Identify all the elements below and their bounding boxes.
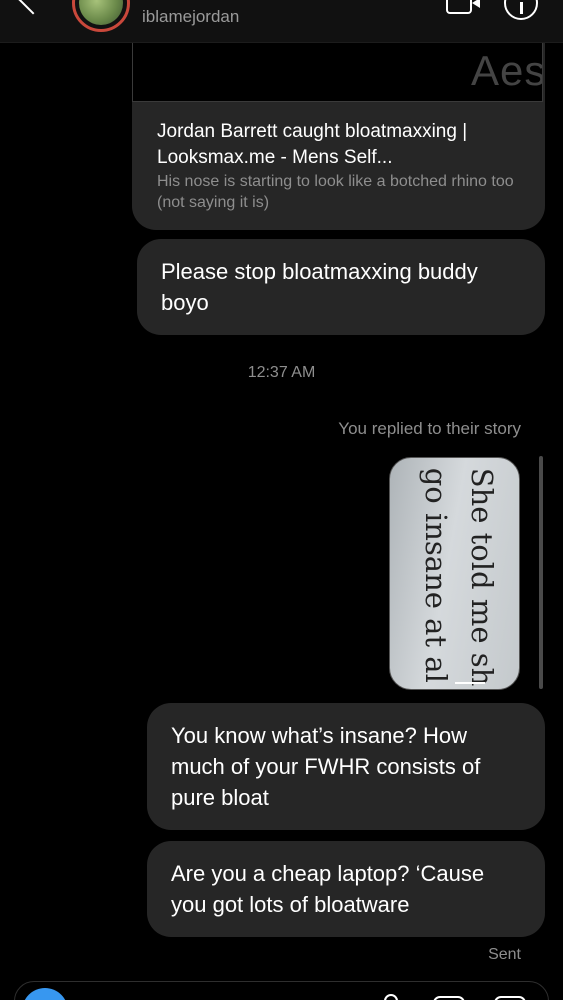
link-description: His nose is starting to look like a botc… — [157, 173, 514, 211]
story-image-line: go insane at al — [419, 467, 453, 683]
story-progress-bar — [455, 682, 485, 684]
video-call-icon[interactable] — [446, 0, 480, 14]
link-preview-image-text: Aes — [471, 47, 543, 94]
message-composer[interactable] — [14, 981, 549, 1000]
link-preview-image: Aes — [132, 43, 543, 102]
chat-header: iblamejordan — [0, 0, 563, 43]
gallery-icon[interactable] — [433, 996, 465, 1000]
sent-status: Sent — [488, 946, 521, 963]
story-reply-label: You replied to their story — [338, 419, 521, 438]
link-title: Jordan Barrett caught bloatmaxxing | Loo… — [157, 121, 468, 168]
avatar-image — [79, 0, 123, 25]
timestamp: 12:37 AM — [247, 364, 316, 381]
sticker-icon[interactable] — [494, 996, 526, 1000]
username[interactable]: iblamejordan — [142, 7, 239, 27]
story-image-line: She told me sh — [465, 467, 499, 687]
avatar[interactable] — [72, 0, 130, 32]
back-icon[interactable] — [17, 0, 49, 15]
story-image-text: She told me sh go insane at al — [413, 468, 505, 687]
info-icon[interactable] — [504, 0, 538, 20]
story-thumbnail[interactable]: She told me sh go insane at al — [389, 457, 520, 690]
scrollbar[interactable] — [539, 456, 543, 689]
message-bubble[interactable]: Please stop bloatmaxxing buddy boyo — [137, 239, 545, 335]
message-bubble[interactable]: Are you a cheap laptop? ‘Cause you got l… — [147, 841, 545, 937]
link-preview-card[interactable]: Aes Jordan Barrett caught bloatmaxxing |… — [132, 43, 545, 230]
message-bubble[interactable]: You know what’s insane? How much of your… — [147, 703, 545, 830]
